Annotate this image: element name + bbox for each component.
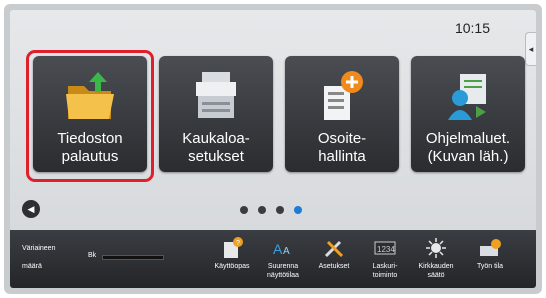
brightness-button[interactable]: Kirkkauden säätö bbox=[410, 234, 462, 280]
job-status-button[interactable]: Työn tila bbox=[464, 234, 516, 271]
home-screen: 10:15 ◂ Tiedoston palautus Kaukaloa- set… bbox=[10, 10, 536, 288]
manual-icon: ? bbox=[206, 234, 258, 262]
enlarge-display-button[interactable]: AA Suurenna näyttötilaa bbox=[257, 234, 309, 280]
toner-color-label: Bk bbox=[88, 252, 97, 259]
printer-icon bbox=[159, 68, 273, 126]
bottom-bar: Väriaineen määrä Bk ? Käyttöopas AA Suur… bbox=[10, 230, 536, 288]
bar-label: Kirkkauden bbox=[418, 263, 454, 270]
bar-label: Suurenna bbox=[267, 263, 299, 270]
counter-button[interactable]: 1234 Laskuri- toiminto bbox=[359, 234, 411, 280]
bar-label: näyttötilaa bbox=[267, 272, 299, 279]
bar-label: Käyttöopas bbox=[214, 263, 250, 270]
page-dot[interactable] bbox=[276, 206, 284, 214]
tile-label: Osoite- bbox=[317, 130, 367, 147]
text-enlarge-icon: AA bbox=[257, 234, 309, 262]
counter-icon: 1234 bbox=[359, 234, 411, 262]
brightness-icon bbox=[410, 234, 462, 262]
tile-label: setukset bbox=[188, 148, 244, 165]
tile-label: (Kuvan läh.) bbox=[427, 148, 509, 165]
toner-level: Väriaineen määrä bbox=[22, 244, 55, 272]
tile-label: Kaukaloa- bbox=[182, 130, 250, 147]
bar-label: Työn tila bbox=[476, 263, 504, 270]
tile-address-management[interactable]: Osoite- hallinta bbox=[285, 56, 399, 172]
tools-icon bbox=[308, 234, 360, 262]
page-dot[interactable] bbox=[258, 206, 266, 214]
job-status-icon bbox=[464, 234, 516, 262]
svg-text:A: A bbox=[273, 241, 283, 257]
address-book-add-icon bbox=[285, 68, 399, 126]
page-indicator bbox=[240, 206, 302, 214]
tile-program-list[interactable]: Ohjelmaluet. (Kuvan läh.) bbox=[411, 56, 525, 172]
side-panel-handle[interactable]: ◂ bbox=[525, 32, 536, 66]
tile-label: hallinta bbox=[318, 148, 366, 165]
bar-label: Asetukset bbox=[318, 263, 350, 270]
page-dot-active[interactable] bbox=[294, 206, 302, 214]
tile-remote-settings[interactable]: Kaukaloa- setukset bbox=[159, 56, 273, 172]
svg-text:A: A bbox=[283, 246, 290, 257]
svg-text:?: ? bbox=[236, 240, 240, 247]
bar-label: säätö bbox=[427, 272, 445, 279]
bar-label: toiminto bbox=[372, 272, 398, 279]
user-program-icon bbox=[411, 68, 525, 126]
previous-page-button[interactable]: ◀ bbox=[22, 200, 40, 218]
settings-button[interactable]: Asetukset bbox=[308, 234, 360, 271]
bar-label: Laskuri- bbox=[372, 263, 398, 270]
device-frame: 10:15 ◂ Tiedoston palautus Kaukaloa- set… bbox=[4, 4, 542, 294]
manual-button[interactable]: ? Käyttöopas bbox=[206, 234, 258, 271]
toner-bar bbox=[102, 255, 164, 260]
toner-label: määrä bbox=[22, 263, 42, 270]
tile-highlight bbox=[26, 50, 154, 182]
tile-label: Ohjelmaluet. bbox=[425, 130, 511, 147]
clock: 10:15 bbox=[454, 20, 490, 36]
toner-label: Väriaineen bbox=[22, 245, 56, 252]
page-dot[interactable] bbox=[240, 206, 248, 214]
svg-text:1234: 1234 bbox=[377, 245, 395, 254]
